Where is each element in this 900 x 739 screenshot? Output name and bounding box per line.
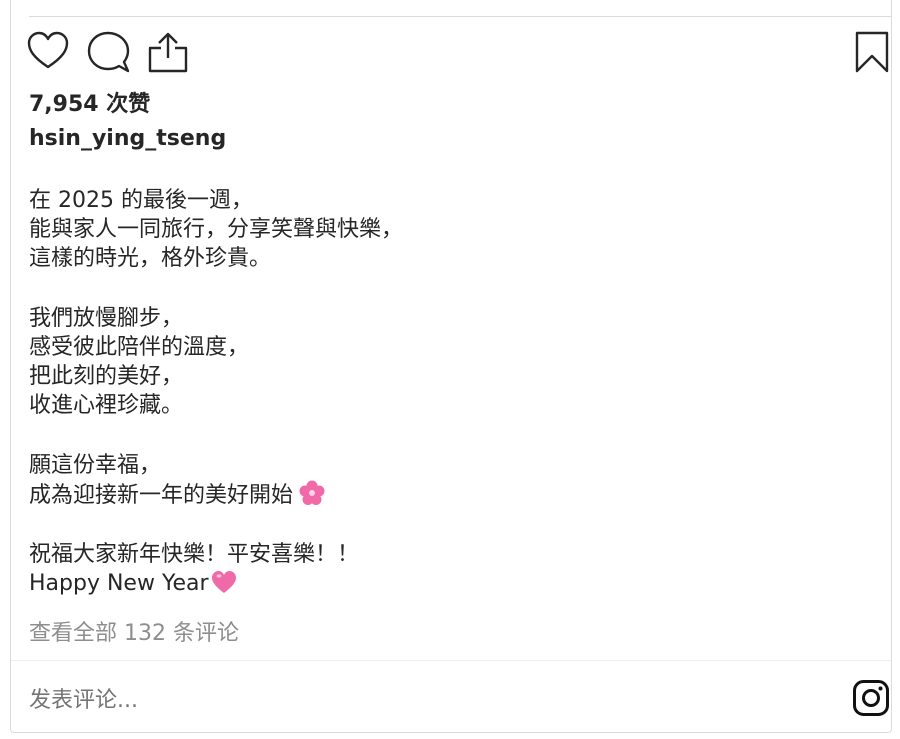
comment-input[interactable] bbox=[29, 684, 789, 716]
bookmark-icon[interactable] bbox=[854, 30, 890, 74]
caption-line-with-emoji: Happy New Year bbox=[29, 569, 869, 598]
caption-line: 感受彼此陪伴的溫度， bbox=[29, 335, 250, 360]
caption-line-text: Happy New Year bbox=[29, 571, 209, 596]
caption-line: 能與家人一同旅行，分享笑聲與快樂， bbox=[29, 217, 404, 242]
pink-heart-icon bbox=[211, 571, 236, 593]
comment-bubble-icon[interactable] bbox=[87, 30, 131, 74]
username-link[interactable]: hsin_ying_tseng bbox=[29, 126, 226, 151]
caption-line: 把此刻的美好， bbox=[29, 364, 184, 389]
heart-icon[interactable] bbox=[27, 30, 69, 72]
caption-line: 在 2025 的最後一週， bbox=[29, 188, 253, 213]
caption-line: 我們放慢腳步， bbox=[29, 306, 184, 331]
caption-paragraph-gap bbox=[29, 273, 869, 304]
caption-line-text: 成為迎接新一年的美好開始 bbox=[29, 483, 294, 508]
caption-line: 祝福大家新年快樂！平安喜樂！！ bbox=[29, 542, 360, 567]
caption-line: 願這份幸福， bbox=[29, 453, 162, 478]
post-caption: 在 2025 的最後一週， 能與家人一同旅行，分享笑聲與快樂， 這樣的時光，格外… bbox=[29, 186, 869, 598]
likes-count[interactable]: 7,954 次赞 bbox=[29, 86, 150, 118]
post-card: 7,954 次赞 hsin_ying_tseng 在 2025 的最後一週， 能… bbox=[10, 0, 892, 733]
caption-line: 這樣的時光，格外珍貴。 bbox=[29, 246, 272, 271]
instagram-icon[interactable] bbox=[852, 679, 890, 717]
share-icon[interactable] bbox=[147, 30, 189, 74]
cherry-blossom-icon bbox=[299, 480, 325, 505]
caption-paragraph-gap bbox=[29, 509, 869, 540]
caption-line: 收進心裡珍藏。 bbox=[29, 393, 184, 418]
view-all-comments-link[interactable]: 查看全部 132 条评论 bbox=[29, 615, 239, 647]
caption-line-with-emoji: 成為迎接新一年的美好開始 bbox=[29, 480, 869, 509]
comment-divider bbox=[11, 660, 891, 661]
top-divider bbox=[29, 16, 891, 17]
caption-paragraph-gap bbox=[29, 420, 869, 451]
